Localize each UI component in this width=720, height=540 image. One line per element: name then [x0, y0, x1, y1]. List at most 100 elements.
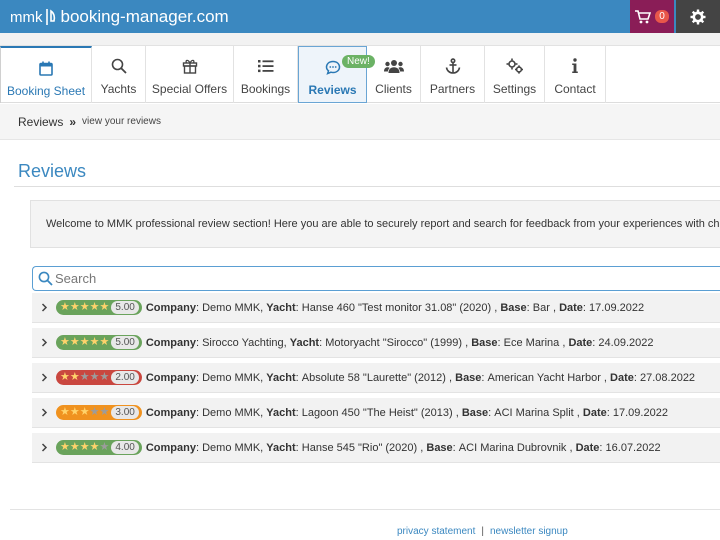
star-icon: ★ [99, 371, 110, 383]
yacht-value: Motoryacht "Sirocco" (1999) [325, 336, 463, 349]
star-icon: ★ [79, 371, 90, 383]
logo-prefix: mmk [10, 8, 43, 26]
company-value: Demo MMK [202, 371, 261, 384]
base-label: Base [461, 406, 489, 419]
yacht-value: Hanse 545 "Rio" (2020) [301, 441, 418, 454]
tab-contact[interactable]: Contact [545, 46, 606, 103]
welcome-text: Welcome to MMK professional review secti… [46, 218, 720, 230]
privacy-statement-link[interactable]: privacy statement [397, 526, 475, 537]
main-nav: Booking Sheet Yachts Special Offers Book… [0, 33, 720, 103]
star-rating: ★ ★ ★ ★ ★ [60, 372, 109, 383]
rating-badge: ★ ★ ★ ★ ★ 5.00 [56, 300, 142, 315]
star-icon: ★ [99, 441, 110, 453]
star-icon: ★ [99, 406, 110, 418]
base-label: Base [500, 301, 527, 314]
footer-separator: | [481, 526, 484, 537]
tab-partners[interactable]: Partners [421, 46, 485, 103]
chevron-right-icon[interactable] [32, 443, 56, 452]
tab-bookings[interactable]: Bookings [234, 46, 298, 103]
rating-value: 5.00 [111, 301, 139, 314]
tab-label: Bookings [240, 82, 291, 96]
star-icon: ★ [79, 336, 90, 348]
yacht-label: Yacht [266, 406, 296, 419]
tab-label: Contact [554, 82, 596, 96]
rating-badge: ★ ★ ★ ★ ★ 4.00 [56, 440, 142, 455]
star-icon: ★ [60, 336, 70, 348]
gift-icon [182, 57, 198, 75]
info-icon [571, 57, 579, 75]
breadcrumb-subtitle: view your reviews [82, 116, 161, 127]
rating-value: 4.00 [111, 441, 139, 454]
punctuation: , [445, 371, 456, 384]
rating-badge: ★ ★ ★ ★ ★ 3.00 [56, 405, 142, 420]
date-value: 17.09.2022 [589, 301, 645, 314]
review-row[interactable]: ★ ★ ★ ★ ★ 4.00 Company: Demo MMK, Yacht: Hanse… [32, 433, 720, 463]
newsletter-signup-link[interactable]: newsletter signup [490, 526, 568, 537]
tab-label: Yachts [100, 82, 137, 96]
breadcrumb: Reviews » view your reviews [0, 104, 720, 140]
tab-clients[interactable]: Clients [367, 46, 421, 103]
nav-strip [0, 33, 720, 46]
yacht-label: Yacht [266, 371, 296, 384]
cart-button[interactable]: 0 [630, 0, 674, 33]
logo[interactable]: mmk booking-manager.com [10, 5, 229, 29]
punctuation: , [549, 301, 560, 314]
list-icon [257, 57, 274, 75]
search-input[interactable] [55, 271, 655, 286]
star-icon: ★ [99, 336, 110, 348]
logo-mark: mmk [10, 7, 59, 27]
date-label: Date [610, 371, 634, 384]
tab-reviews[interactable]: Reviews New! [298, 46, 375, 103]
date-value: 27.08.2022 [640, 371, 696, 384]
tab-booking-sheet[interactable]: Booking Sheet [0, 46, 92, 103]
date-value: 16.07.2022 [605, 441, 661, 454]
chevron-right-icon[interactable] [32, 408, 56, 417]
rating-value: 2.00 [111, 371, 139, 384]
base-label: Base [455, 371, 482, 384]
tab-settings[interactable]: Settings [485, 46, 545, 103]
base-value: Bar [532, 301, 550, 314]
tab-label: Settings [492, 82, 537, 96]
punctuation: , [462, 336, 472, 349]
search-icon [38, 271, 53, 286]
star-icon: ★ [69, 441, 80, 453]
review-row[interactable]: ★ ★ ★ ★ ★ 3.00 Company: Demo MMK, Yacht: Lagoo… [32, 398, 720, 428]
company-value: Demo MMK [202, 301, 261, 314]
breadcrumb-current[interactable]: Reviews [18, 115, 63, 129]
base-value: ACI Marina Dubrovnik [458, 441, 567, 454]
star-icon: ★ [79, 441, 90, 453]
star-icon: ★ [89, 336, 100, 348]
rating-value: 3.00 [111, 406, 139, 419]
search-box[interactable] [32, 266, 720, 291]
star-icon: ★ [60, 441, 70, 453]
company-value: Demo MMK [202, 406, 261, 419]
chevron-right-icon[interactable] [32, 303, 56, 312]
review-row[interactable]: ★ ★ ★ ★ ★ 5.00 Company: Demo MMK, Yacht: Hanse… [32, 293, 720, 323]
star-icon: ★ [89, 301, 100, 313]
top-bar: mmk booking-manager.com 0 [0, 0, 720, 33]
search-icon [111, 57, 127, 75]
star-rating: ★ ★ ★ ★ ★ [60, 442, 109, 453]
punctuation: , [573, 406, 583, 419]
gear-icon [690, 9, 706, 24]
calendar-icon [39, 59, 53, 77]
company-value: Demo MMK [202, 441, 261, 454]
punctuation: , [600, 371, 611, 384]
company-label: Company [145, 441, 196, 454]
welcome-message: Welcome to MMK professional review secti… [30, 200, 720, 248]
base-value: Ece Marina [503, 336, 560, 349]
chevron-right-icon[interactable] [32, 373, 56, 382]
logo-sail-icon [45, 9, 55, 25]
review-row[interactable]: ★ ★ ★ ★ ★ 2.00 Company: Demo MMK, Yacht: Absol… [32, 363, 720, 393]
yacht-label: Yacht [266, 301, 296, 314]
star-icon: ★ [69, 336, 80, 348]
chevron-right-icon[interactable] [32, 338, 56, 347]
punctuation: , [417, 441, 427, 454]
settings-button[interactable] [676, 0, 720, 33]
review-row[interactable]: ★ ★ ★ ★ ★ 5.00 Company: Sirocco Yachting, Yach… [32, 328, 720, 358]
anchor-icon [445, 57, 461, 75]
tab-yachts[interactable]: Yachts [92, 46, 146, 103]
tab-label: Clients [375, 82, 412, 96]
tab-special-offers[interactable]: Special Offers [146, 46, 234, 103]
company-label: Company [145, 406, 196, 419]
